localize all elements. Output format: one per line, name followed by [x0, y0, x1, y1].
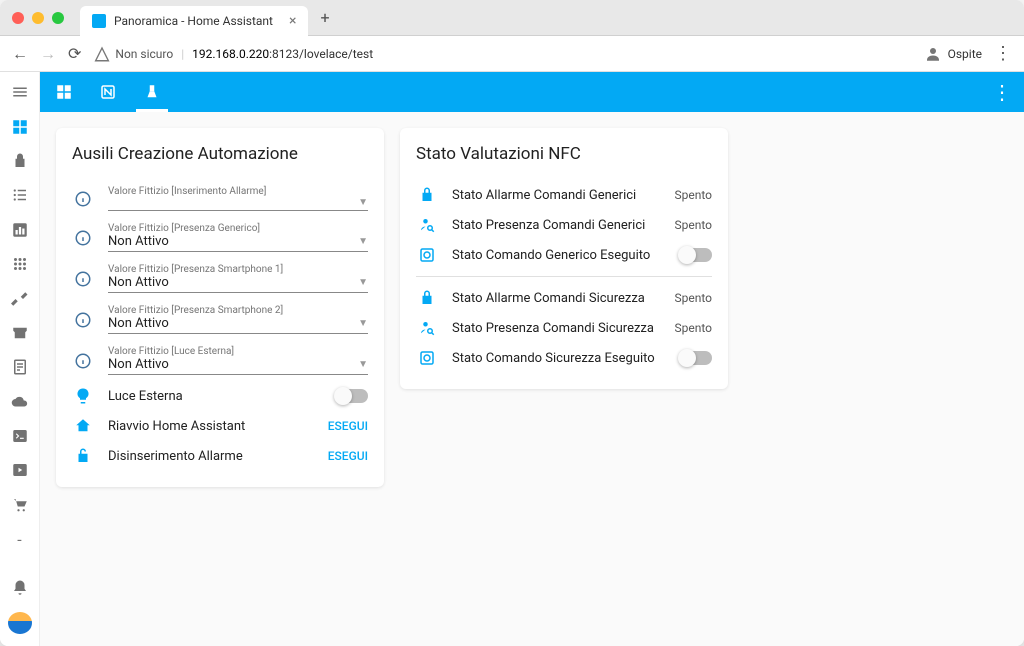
- bell-icon[interactable]: [9, 577, 31, 597]
- map-icon[interactable]: [9, 151, 31, 171]
- app-header: ⋮: [40, 72, 1024, 112]
- state-text: Spento: [674, 291, 712, 305]
- browser-menu-button[interactable]: ⋮: [994, 43, 1012, 64]
- state-text: Spento: [674, 218, 712, 232]
- person-search-icon: [416, 216, 438, 234]
- select-input[interactable]: Valore Fittizio [Inserimento Allarme] ▼: [108, 186, 368, 211]
- app-container: - ⋮ Ausili Creazione Automazione: [0, 72, 1024, 646]
- card-nfc: Stato Valutazioni NFC Stato Allarme Coma…: [400, 128, 728, 389]
- state-text: Spento: [674, 321, 712, 335]
- state-text: Spento: [674, 188, 712, 202]
- card-automation: Ausili Creazione Automazione Valore Fitt…: [56, 128, 384, 487]
- header-tabs: [52, 72, 164, 112]
- chevron-down-icon: ▼: [358, 236, 368, 247]
- command-toggle[interactable]: [680, 248, 712, 262]
- back-button[interactable]: ←: [12, 44, 28, 64]
- store-icon[interactable]: [9, 323, 31, 343]
- info-icon: [72, 311, 94, 329]
- select-row: Valore Fittizio [Presenza Generico] Non …: [72, 217, 368, 258]
- terminal-icon[interactable]: [9, 426, 31, 446]
- menu-icon[interactable]: [9, 82, 31, 102]
- command-toggle[interactable]: [680, 351, 712, 365]
- chevron-down-icon: ▼: [358, 318, 368, 329]
- url-bar: ← → ⟳ Non sicuro | 192.168.0.220:8123/lo…: [0, 36, 1024, 72]
- play-icon[interactable]: [9, 460, 31, 480]
- light-row: Luce Esterna: [72, 381, 368, 411]
- lock-icon: [416, 289, 438, 307]
- titlebar: Panoramica - Home Assistant × +: [0, 0, 1024, 36]
- select-input[interactable]: Valore Fittizio [Luce Esterna] Non Attiv…: [108, 346, 368, 375]
- command-icon: [416, 349, 438, 367]
- header-tab-dashboard[interactable]: [52, 72, 76, 112]
- status-row: Stato Presenza Comandi Sicurezza Spento: [416, 313, 712, 343]
- card-title: Stato Valutazioni NFC: [416, 144, 712, 164]
- card-title: Ausili Creazione Automazione: [72, 144, 368, 164]
- doc-icon[interactable]: [9, 357, 31, 377]
- chart-icon[interactable]: [9, 220, 31, 240]
- new-tab-button[interactable]: +: [320, 8, 329, 27]
- more-icon[interactable]: -: [9, 529, 31, 549]
- status-row: Stato Presenza Comandi Generici Spento: [416, 210, 712, 240]
- command-icon: [416, 246, 438, 264]
- info-icon: [72, 270, 94, 288]
- home-restart-icon: [72, 417, 94, 435]
- select-input[interactable]: Valore Fittizio [Presenza Generico] Non …: [108, 223, 368, 252]
- restart-row: Riavvio Home Assistant ESEGUI: [72, 411, 368, 441]
- tab-title: Panoramica - Home Assistant: [114, 14, 273, 28]
- info-icon: [72, 352, 94, 370]
- header-tab-test[interactable]: [140, 72, 164, 112]
- chevron-down-icon: ▼: [358, 197, 368, 208]
- status-row: Stato Allarme Comandi Generici Spento: [416, 180, 712, 210]
- info-icon: [72, 229, 94, 247]
- person-icon: [924, 45, 942, 63]
- info-icon: [72, 190, 94, 208]
- sidebar: -: [0, 72, 40, 646]
- header-menu-button[interactable]: ⋮: [992, 80, 1012, 104]
- cart-icon[interactable]: [9, 495, 31, 515]
- forward-button[interactable]: →: [40, 44, 56, 64]
- light-toggle[interactable]: [336, 389, 368, 403]
- cloud-icon[interactable]: [9, 392, 31, 412]
- select-row: Valore Fittizio [Luce Esterna] Non Attiv…: [72, 340, 368, 381]
- select-row: Valore Fittizio [Presenza Smartphone 1] …: [72, 258, 368, 299]
- wrench-icon[interactable]: [9, 288, 31, 308]
- main-area: ⋮ Ausili Creazione Automazione Valore Fi…: [40, 72, 1024, 646]
- url-text: 192.168.0.220:8123/lovelace/test: [192, 47, 373, 61]
- lock-open-icon: [72, 447, 94, 465]
- minimize-window-button[interactable]: [32, 12, 44, 24]
- lightbulb-icon: [72, 387, 94, 405]
- header-tab-nfc[interactable]: [96, 72, 120, 112]
- execute-button[interactable]: ESEGUI: [328, 449, 368, 463]
- lock-icon: [416, 186, 438, 204]
- close-tab-icon[interactable]: ×: [289, 13, 296, 29]
- select-input[interactable]: Valore Fittizio [Presenza Smartphone 1] …: [108, 264, 368, 293]
- grid-icon[interactable]: [9, 254, 31, 274]
- maximize-window-button[interactable]: [52, 12, 64, 24]
- address-field[interactable]: Non sicuro | 192.168.0.220:8123/lovelace…: [93, 45, 911, 63]
- chevron-down-icon: ▼: [358, 277, 368, 288]
- select-row: Valore Fittizio [Inserimento Allarme] ▼: [72, 180, 368, 217]
- traffic-lights: [12, 12, 64, 24]
- insecure-badge: Non sicuro: [93, 45, 173, 63]
- select-row: Valore Fittizio [Presenza Smartphone 2] …: [72, 299, 368, 340]
- reload-button[interactable]: ⟳: [68, 44, 81, 63]
- close-window-button[interactable]: [12, 12, 24, 24]
- browser-window: Panoramica - Home Assistant × + ← → ⟳ No…: [0, 0, 1024, 646]
- browser-tab[interactable]: Panoramica - Home Assistant ×: [80, 6, 308, 36]
- person-search-icon: [416, 319, 438, 337]
- status-row: Stato Comando Sicurezza Eseguito: [416, 343, 712, 373]
- select-input[interactable]: Valore Fittizio [Presenza Smartphone 2] …: [108, 305, 368, 334]
- tab-favicon: [92, 14, 106, 28]
- list-icon[interactable]: [9, 185, 31, 205]
- disarm-row: Disinserimento Allarme ESEGUI: [72, 441, 368, 471]
- divider: [416, 276, 712, 277]
- status-row: Stato Comando Generico Eseguito: [416, 240, 712, 270]
- content: Ausili Creazione Automazione Valore Fitt…: [40, 112, 1024, 646]
- execute-button[interactable]: ESEGUI: [328, 419, 368, 433]
- user-avatar[interactable]: [8, 612, 32, 634]
- chevron-down-icon: ▼: [358, 359, 368, 370]
- profile-button[interactable]: Ospite: [924, 45, 982, 63]
- status-row: Stato Allarme Comandi Sicurezza Spento: [416, 283, 712, 313]
- dashboard-icon[interactable]: [9, 116, 31, 136]
